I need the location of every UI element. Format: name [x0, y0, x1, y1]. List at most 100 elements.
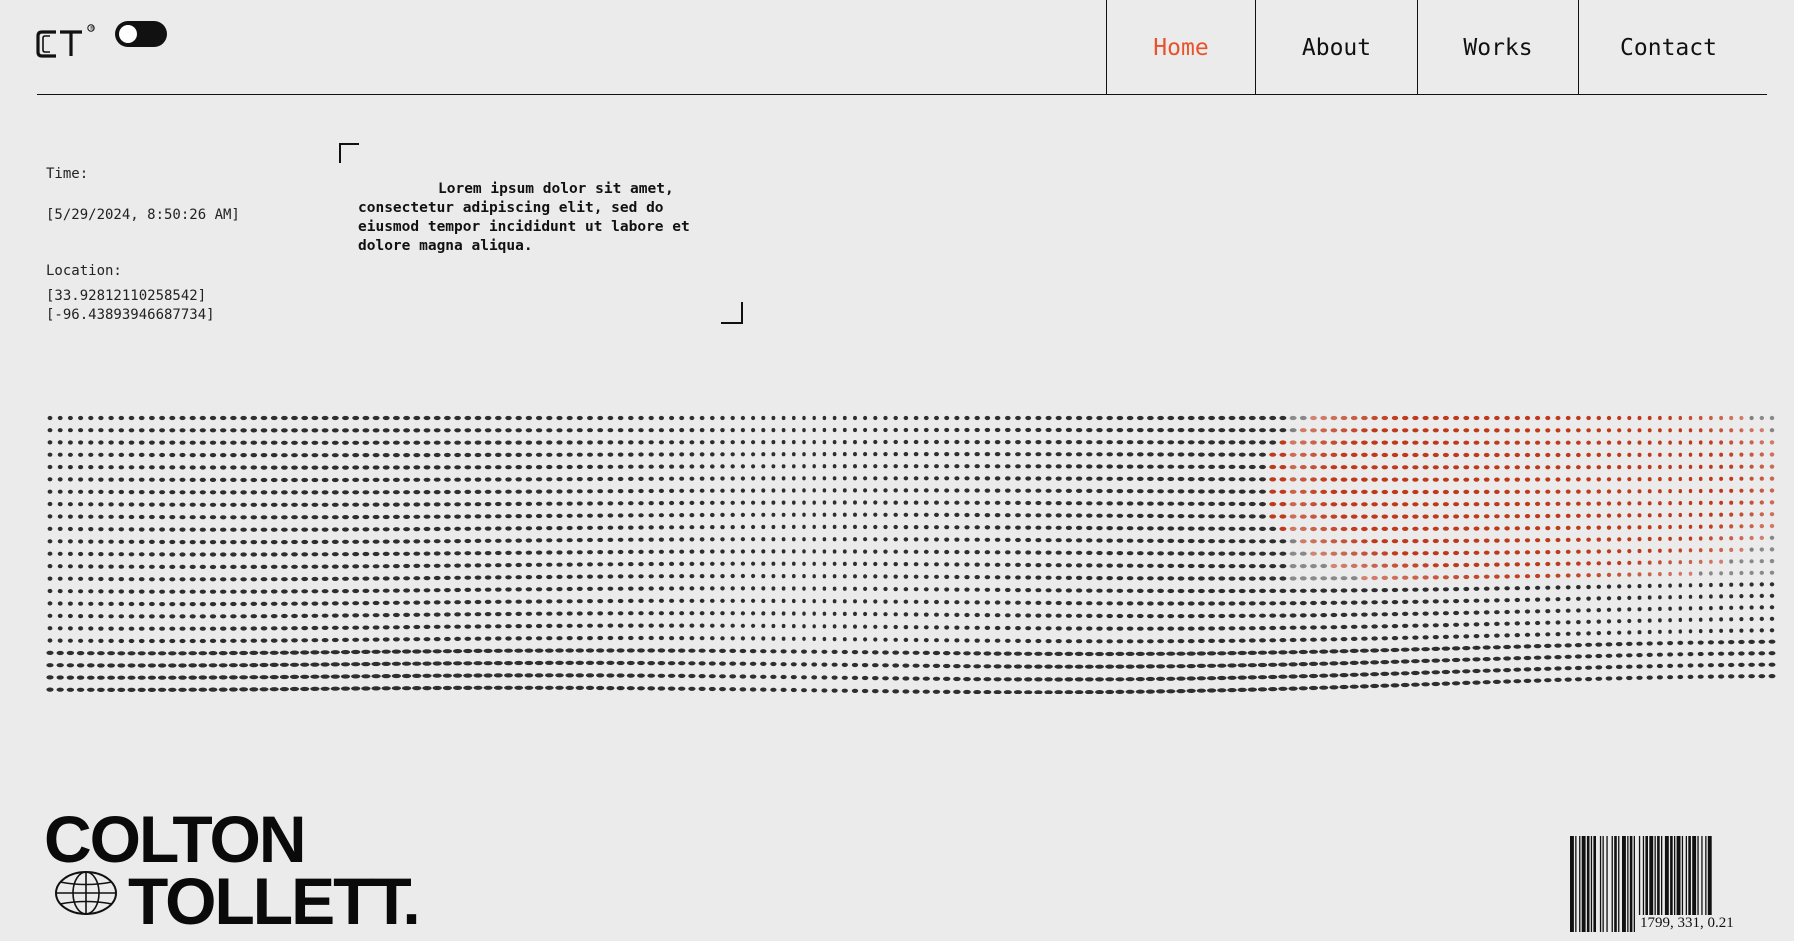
wave-dot: [1729, 512, 1734, 517]
wave-dot: [607, 452, 614, 457]
wave-dot: [1636, 641, 1643, 646]
wave-dot: [1269, 477, 1277, 482]
wave-dot: [740, 623, 746, 628]
wave-dot: [1596, 608, 1602, 613]
wave-dot: [546, 415, 553, 421]
wave-dot: [433, 551, 441, 556]
wave-dot: [321, 589, 329, 594]
wave-dot: [1391, 502, 1399, 507]
wave-dot: [1177, 452, 1185, 457]
wave-dot: [1187, 489, 1195, 494]
wave-dot: [628, 611, 634, 616]
wave-dot: [1545, 501, 1551, 506]
wave-dot: [1564, 666, 1572, 671]
wave-dot: [1208, 626, 1216, 631]
wave-dot: [1759, 593, 1764, 598]
wave-dot: [1647, 618, 1652, 623]
wave-dot: [127, 651, 136, 656]
wave-dot: [1422, 575, 1429, 580]
nav-works[interactable]: Works: [1417, 0, 1578, 95]
wave-dot: [1238, 601, 1246, 606]
wave-dot: [802, 549, 806, 554]
wave-dot: [46, 687, 54, 692]
wave-dot: [934, 549, 939, 554]
wave-dot: [944, 427, 950, 433]
wave-dot: [1055, 476, 1062, 481]
wave-dot: [88, 551, 94, 557]
wave-dot: [1524, 597, 1531, 602]
wave-dot: [1228, 526, 1236, 531]
ct-logo[interactable]: ®: [36, 22, 100, 62]
wave-dot: [1494, 574, 1500, 579]
wave-dot: [1004, 427, 1011, 433]
wave-dot: [392, 415, 400, 421]
wave-dot: [1238, 489, 1246, 494]
wave-dot: [159, 539, 166, 545]
wave-dot: [270, 638, 278, 643]
nav-contact[interactable]: Contact: [1578, 0, 1758, 95]
wave-dot: [67, 626, 73, 631]
wave-dot: [98, 564, 104, 569]
wave-dot: [802, 611, 806, 616]
wave-dot: [148, 477, 155, 482]
wave-dot: [1769, 476, 1775, 481]
wave-dot: [1412, 440, 1419, 445]
wave-dot: [1237, 650, 1247, 656]
wave-dot: [1381, 539, 1389, 544]
wave-dot: [1658, 440, 1662, 445]
theme-toggle[interactable]: [115, 21, 167, 47]
wave-dot: [1504, 502, 1510, 507]
nav-home[interactable]: Home: [1106, 0, 1255, 95]
wave-dot: [228, 650, 238, 656]
wave-dot: [1483, 610, 1490, 615]
wave-dot: [1565, 489, 1571, 494]
wave-dot: [739, 648, 747, 654]
wave-dot: [473, 648, 483, 653]
wave-dot: [362, 477, 370, 482]
wave-dot: [1350, 465, 1358, 470]
wave-dot: [1698, 488, 1703, 494]
wave-dot: [382, 490, 390, 495]
wave-dot: [148, 502, 155, 507]
wave-dot: [1473, 538, 1480, 543]
wave-dot: [628, 440, 634, 445]
wave-dot: [1739, 617, 1744, 622]
wave-dot: [1668, 501, 1672, 506]
wave-dot: [1442, 526, 1449, 531]
wave-dot: [1279, 502, 1287, 507]
wave-dot: [963, 689, 971, 694]
wave-dot: [606, 686, 615, 691]
wave-dot: [342, 576, 349, 581]
wave-dot: [1278, 686, 1288, 691]
wave-dot: [240, 415, 247, 421]
wave-dot: [638, 513, 644, 518]
wave-dot: [555, 648, 564, 653]
wave-dot: [188, 675, 197, 680]
wave-dot: [1596, 584, 1602, 589]
wave-dot: [688, 673, 696, 679]
wave-dot: [1065, 601, 1073, 606]
wave-dot: [883, 439, 888, 445]
wave-dot: [423, 415, 431, 421]
wave-dot: [403, 527, 411, 532]
wave-dot: [321, 428, 329, 433]
wave-dot: [88, 576, 94, 581]
wave-dot: [1238, 452, 1246, 457]
wave-dot: [1308, 661, 1319, 666]
wave-dot: [270, 515, 278, 520]
wave-dot: [546, 440, 553, 445]
wave-dot: [1759, 415, 1764, 421]
wave-dot: [1075, 613, 1083, 618]
wave-dot: [781, 586, 786, 591]
wave-dot: [311, 552, 319, 557]
wave-dot: [1483, 574, 1490, 579]
wave-dot: [1279, 452, 1287, 457]
wave-dot: [47, 452, 53, 457]
wave-dot: [47, 464, 53, 470]
nav-about[interactable]: About: [1255, 0, 1417, 95]
wave-dot: [709, 512, 715, 518]
wave-dot: [1218, 601, 1226, 606]
wave-dot: [454, 502, 461, 507]
wave-dot: [514, 660, 524, 666]
wave-dot: [546, 623, 553, 628]
